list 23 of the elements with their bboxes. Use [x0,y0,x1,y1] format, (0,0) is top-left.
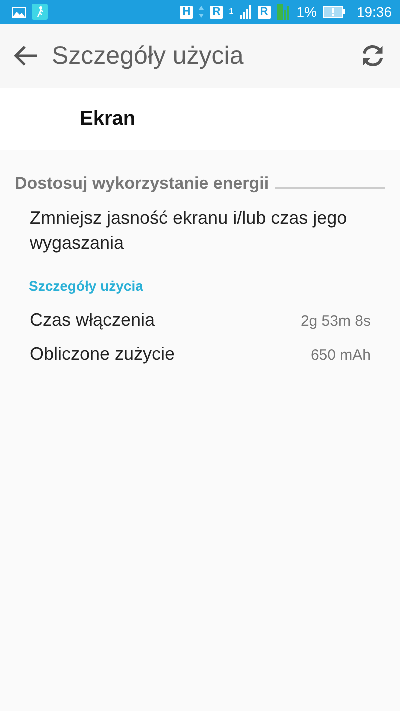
app-name: Ekran [80,108,136,130]
battery-icon [322,6,345,18]
refresh-icon[interactable] [360,43,386,69]
details-title: Szczegóły użycia [29,278,144,294]
signal-icon [240,5,252,19]
toolbar-title: Szczegóły użycia [52,42,245,70]
fitness-app-icon [32,4,48,20]
clock: 19:36 [356,4,392,20]
data-arrows-icon [199,6,204,18]
battery-percent: 1% [296,4,317,20]
image-icon [12,6,26,18]
section-title: Dostosuj wykorzystanie energii [15,174,270,194]
roaming-badge: R [210,6,224,18]
signal-icon [276,4,291,20]
detail-value: 650 mAh [310,347,371,364]
back-arrow-icon[interactable] [14,45,38,67]
detail-value: 2g 53m 8s [300,313,371,330]
roaming-badge: R [258,6,271,18]
detail-label: Czas włączenia [30,310,156,331]
network-type-badge: H [180,6,194,18]
sim-number: 1 [229,8,234,16]
detail-label: Obliczone zużycie [30,344,176,365]
suggestion-text[interactable]: Zmniejsz jasność ekranu i/lub czas jego wygaszania [30,206,385,256]
